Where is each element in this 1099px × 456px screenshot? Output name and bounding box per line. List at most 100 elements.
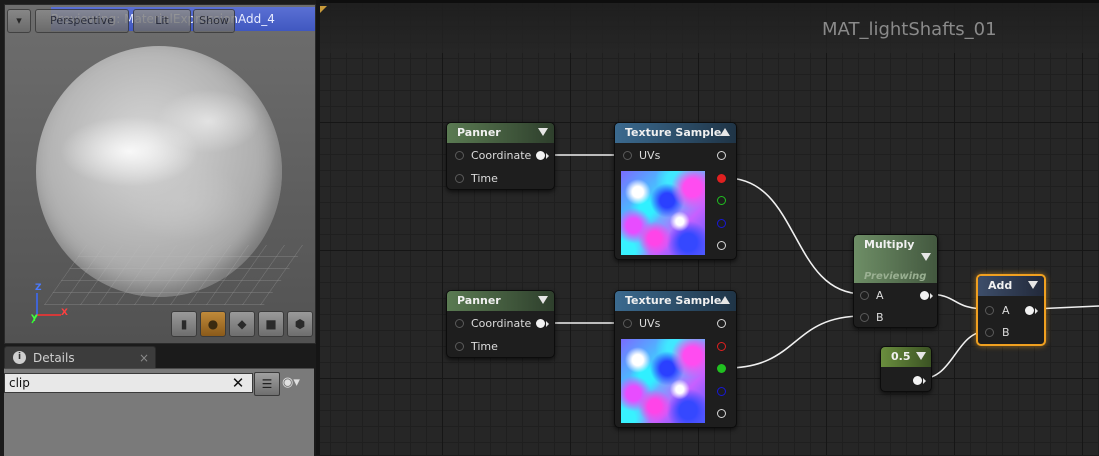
axis-label-z: Z	[35, 283, 42, 293]
pin-coordinate-in[interactable]	[455, 151, 464, 160]
clear-search-icon[interactable]: ✕	[229, 373, 247, 393]
pin-arrow-icon	[546, 153, 549, 159]
texture-thumbnail	[621, 339, 705, 423]
mesh-icon[interactable]: ⬢	[287, 311, 313, 337]
multiply-node[interactable]: Multiply Previewing A B	[853, 234, 938, 328]
collapse-arrow-icon[interactable]	[921, 253, 931, 261]
pin-blue-out[interactable]	[717, 387, 726, 396]
pin-time-in[interactable]	[455, 174, 464, 183]
pin-add-output[interactable]	[1025, 306, 1034, 315]
details-panel: ✕ ☰ ◉▾	[4, 368, 314, 456]
pin-green-out[interactable]	[717, 196, 726, 205]
collapse-arrow-icon[interactable]	[538, 296, 548, 304]
pin-time-label: Time	[471, 172, 498, 185]
tab-details-label: Details	[33, 351, 75, 365]
add-node-title: Add	[988, 279, 1013, 292]
axis-label-y: Y	[31, 314, 38, 324]
plane-icon[interactable]: ◆	[229, 311, 255, 337]
pin-coordinate-label: Coordinate	[471, 317, 532, 330]
eye-icon: ◉▾	[282, 375, 300, 390]
pin-a-label: A	[876, 289, 884, 302]
panner-node-1-header[interactable]: Panner	[447, 123, 554, 143]
multiply-node-header[interactable]: Multiply Previewing	[854, 235, 937, 283]
texture-thumbnail	[621, 171, 705, 255]
constant-node-header[interactable]: 0.5	[881, 347, 931, 367]
pin-b-label: B	[1002, 326, 1010, 339]
pin-coordinate-label: Coordinate	[471, 149, 532, 162]
pin-coordinate-in[interactable]	[455, 319, 464, 328]
pin-rgb-out[interactable]	[717, 151, 726, 160]
pin-b-in[interactable]	[985, 328, 994, 337]
perspective-button[interactable]: Perspective	[35, 9, 129, 33]
list-icon: ☰	[261, 377, 273, 391]
graph-corner-marker	[320, 6, 327, 13]
pin-b-in[interactable]	[860, 313, 869, 322]
pin-constant-output[interactable]	[913, 376, 922, 385]
collapse-arrow-icon[interactable]	[720, 128, 730, 136]
lit-button[interactable]: Lit	[133, 9, 191, 33]
texture-sample-node-1-title: Texture Sample	[625, 126, 722, 139]
panner-node-2-title: Panner	[457, 294, 501, 307]
details-search-input[interactable]	[4, 373, 253, 393]
pin-blue-out[interactable]	[717, 219, 726, 228]
panner-node-1-title: Panner	[457, 126, 501, 139]
list-view-button[interactable]: ☰	[254, 372, 280, 396]
collapse-arrow-icon[interactable]	[538, 128, 548, 136]
texture-sample-node-2-title: Texture Sample	[625, 294, 722, 307]
pin-green-out[interactable]	[717, 364, 726, 373]
viewport-menu-button[interactable]: ▾	[7, 9, 31, 33]
pin-rgb-out[interactable]	[717, 319, 726, 328]
material-graph-canvas[interactable]: MAT_lightShafts_01 Panner Coordinate Tim…	[320, 0, 1099, 455]
pin-uvs-label: UVs	[639, 317, 661, 330]
pin-panner-output[interactable]	[536, 151, 545, 160]
wire-tex2-green-to-multiply-b	[725, 315, 864, 369]
axis-label-x: X	[61, 308, 68, 318]
add-node[interactable]: Add A B	[976, 274, 1046, 346]
pin-a-in[interactable]	[860, 291, 869, 300]
pin-b-label: B	[876, 311, 884, 324]
visibility-filter-button[interactable]: ◉▾	[282, 372, 310, 394]
chevron-down-icon: ▾	[16, 14, 22, 27]
cube-icon[interactable]: ■	[258, 311, 284, 337]
panner-node-2-header[interactable]: Panner	[447, 291, 554, 311]
pin-red-out[interactable]	[717, 342, 726, 351]
pin-a-in[interactable]	[985, 306, 994, 315]
pin-a-label: A	[1002, 304, 1010, 317]
pin-uvs-in[interactable]	[623, 319, 632, 328]
graph-header: MAT_lightShafts_01	[320, 0, 1099, 53]
pin-arrow-icon	[546, 321, 549, 327]
constant-node[interactable]: 0.5	[880, 346, 932, 392]
close-icon[interactable]: ×	[139, 347, 149, 369]
info-icon: i	[13, 351, 26, 364]
cylinder-icon[interactable]: ▮	[171, 311, 197, 337]
panner-node-2[interactable]: Panner Coordinate Time	[446, 290, 555, 358]
tab-details[interactable]: i Details ×	[4, 346, 156, 369]
add-node-header[interactable]: Add	[978, 276, 1044, 296]
texture-sample-node-1[interactable]: Texture Sample UVs	[614, 122, 737, 260]
show-button[interactable]: Show	[193, 9, 235, 33]
pin-alpha-out[interactable]	[717, 409, 726, 418]
constant-node-value: 0.5	[891, 350, 911, 363]
collapse-arrow-icon[interactable]	[720, 296, 730, 304]
collapse-arrow-icon[interactable]	[1028, 281, 1038, 289]
pin-arrow-icon	[1035, 308, 1038, 314]
previewing-label: Previewing	[864, 271, 927, 282]
collapse-arrow-icon[interactable]	[916, 352, 926, 360]
pin-uvs-in[interactable]	[623, 151, 632, 160]
viewport-floor-grid	[43, 245, 307, 305]
pin-arrow-icon	[930, 293, 933, 299]
pin-red-out[interactable]	[717, 174, 726, 183]
preview-mesh-toolbar: ▮ ● ◆ ■ ⬢	[171, 311, 313, 337]
preview-viewport[interactable]: Previewing: MaterialExpressionAdd_4 ▾ Pe…	[4, 4, 316, 344]
pin-multiply-output[interactable]	[920, 291, 929, 300]
texture-sample-node-2-header[interactable]: Texture Sample	[615, 291, 736, 311]
wire-tex1-red-to-multiply-a	[725, 177, 864, 295]
pin-alpha-out[interactable]	[717, 241, 726, 250]
texture-sample-node-1-header[interactable]: Texture Sample	[615, 123, 736, 143]
sphere-icon[interactable]: ●	[200, 311, 226, 337]
panner-node-1[interactable]: Panner Coordinate Time	[446, 122, 555, 190]
texture-sample-node-2[interactable]: Texture Sample UVs	[614, 290, 737, 428]
pin-uvs-label: UVs	[639, 149, 661, 162]
pin-time-in[interactable]	[455, 342, 464, 351]
pin-panner-output[interactable]	[536, 319, 545, 328]
